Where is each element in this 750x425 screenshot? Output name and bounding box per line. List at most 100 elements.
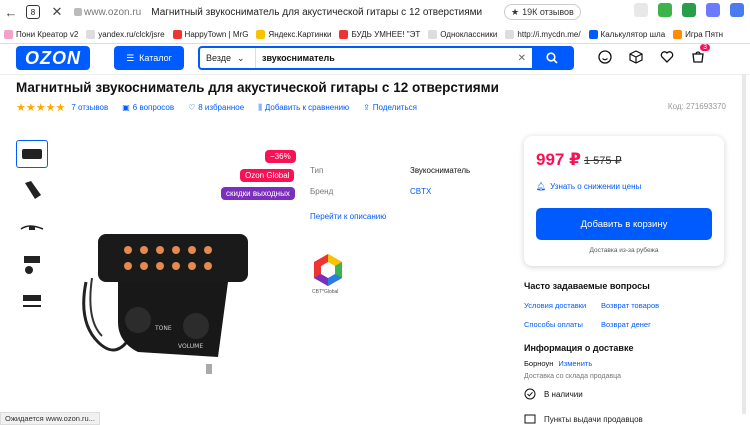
reviews-link[interactable]: 7 отзывов <box>71 103 108 112</box>
bell-icon: 🔔︎ <box>536 182 547 191</box>
download-icon[interactable] <box>658 3 672 17</box>
reviews-pill[interactable]: ★ 19К отзывов <box>504 4 581 20</box>
description-link[interactable]: Перейти к описанию <box>310 212 386 221</box>
status-bar: Ожидается www.ozon.ru... <box>0 412 100 425</box>
bookmark-favicon-icon <box>339 29 349 39</box>
bookmark-label: Яндекс.Картинки <box>268 29 332 39</box>
bookmark-item[interactable]: yandex.ru/clck/jsre <box>86 29 165 39</box>
brand-logo[interactable] <box>310 252 346 288</box>
bookmark-label: Одноклассники <box>440 29 498 39</box>
bookmark-icon[interactable] <box>634 3 648 17</box>
bookmark-item[interactable]: БУДЬ УМНЕЕ! "ЭТ <box>339 29 420 39</box>
check-circle-icon <box>524 388 536 400</box>
translate-icon[interactable] <box>730 3 744 17</box>
bookmark-label: yandex.ru/clck/jsre <box>98 29 165 39</box>
property-value[interactable]: CBTX <box>410 187 431 196</box>
tab-count[interactable]: 8 <box>26 5 40 19</box>
product-meta: ★★★★★ 7 отзывов ▣ 6 вопросов ♡ 8 избранное … <box>16 101 417 114</box>
delivery-note: Доставка из-за рубежа <box>589 247 659 254</box>
close-icon[interactable]: ✕ <box>46 1 68 23</box>
bookmark-item[interactable]: http://i.mycdn.me/ <box>505 29 581 39</box>
thumbnail[interactable] <box>16 251 48 279</box>
smile-icon[interactable] <box>598 50 612 64</box>
bookmark-favicon-icon <box>172 29 182 39</box>
compare-link[interactable]: Добавить к сравнению <box>265 103 349 112</box>
chevron-down-icon: ⌄ <box>237 52 245 63</box>
city-name: Борноун <box>524 359 554 368</box>
thumbnail[interactable] <box>16 140 48 168</box>
cart-icon[interactable]: 3 <box>691 44 710 64</box>
bookmark-label: Игра Пятн <box>685 29 724 39</box>
faq-title: Часто задаваемые вопросы <box>524 281 650 291</box>
property-key: Бренд <box>310 187 334 196</box>
clear-icon[interactable]: ✕ <box>518 53 526 64</box>
scrollbar[interactable] <box>742 74 746 414</box>
price-alert-link[interactable]: 🔔︎ Узнать о снижении цены <box>536 182 641 191</box>
toolbar-icons <box>634 3 744 17</box>
bookmark-favicon-icon <box>256 29 266 39</box>
svg-text:TONE: TONE <box>154 325 172 332</box>
search-bar: Везде ⌄ звукосниматель ✕ <box>198 46 574 70</box>
in-stock-row: В наличии <box>524 388 583 400</box>
header-icons: 3 <box>598 44 710 64</box>
reviews-pill-label: 19К отзывов <box>522 7 574 17</box>
share-icon: ⇪ <box>363 103 370 112</box>
url-text[interactable]: www.ozon.ru <box>84 7 141 18</box>
property-key: Тип <box>310 166 324 175</box>
box-icon[interactable] <box>629 50 643 64</box>
ozon-logo[interactable]: OZON <box>16 46 90 70</box>
bookmark-favicon-icon <box>428 29 438 39</box>
faq-link-returns[interactable]: Возврат товаров <box>601 301 659 310</box>
catalog-label: Каталог <box>139 53 172 63</box>
pickup-row[interactable]: Пункты выдачи продавцов <box>524 414 643 424</box>
faq-link-refunds[interactable]: Возврат денег <box>601 320 651 329</box>
bookmark-item[interactable]: Одноклассники <box>428 29 498 39</box>
bookmark-item[interactable]: Яндекс.Картинки <box>256 29 332 39</box>
bookmark-favicon-icon <box>4 29 13 39</box>
bookmarks-bar: Пони Креатор v2 yandex.ru/clck/jsre HappyT… <box>0 24 750 44</box>
page-title: Магнитный звукосниматель для акустическо… <box>151 6 483 18</box>
bookmark-item[interactable]: HappyTown | MrG <box>172 29 249 39</box>
product-code: Код: 271693370 <box>667 102 726 111</box>
share-link[interactable]: Поделиться <box>373 103 417 112</box>
search-button[interactable] <box>532 48 572 68</box>
bookmark-item[interactable]: Калькулятор шла <box>588 29 665 39</box>
ozon-global-badge: Ozon Global <box>240 169 295 182</box>
delivery-info-title: Информация о доставке <box>524 343 634 353</box>
product-title: Магнитный звукосниматель для акустическо… <box>16 80 499 95</box>
delivery-city: Борноун Изменить <box>524 359 592 368</box>
bookmark-label: http://i.mycdn.me/ <box>517 29 581 39</box>
bookmark-favicon-icon <box>505 29 515 39</box>
thumbnail[interactable] <box>16 177 48 205</box>
search-input[interactable]: звукосниматель <box>256 53 518 63</box>
bookmark-item[interactable]: Игра Пятн <box>673 29 724 39</box>
catalog-button[interactable]: ☰ Каталог <box>114 46 184 70</box>
compare-icon: ⫼ <box>258 102 262 112</box>
pickup-icon <box>524 414 536 424</box>
property-row: Тип Звукосниматель <box>310 166 470 175</box>
favorites-link[interactable]: 8 избранное <box>198 103 244 112</box>
faq-link-delivery[interactable]: Условия доставки <box>524 301 586 310</box>
change-city-link[interactable]: Изменить <box>558 359 592 368</box>
brand-caption: CBT*Global <box>312 289 339 295</box>
lock-icon <box>74 8 82 16</box>
search-category-select[interactable]: Везде ⌄ <box>200 48 256 68</box>
price-alert-label: Узнать о снижении цены <box>550 182 642 191</box>
questions-link[interactable]: 6 вопросов <box>133 103 174 112</box>
extension-icon[interactable] <box>706 3 720 17</box>
divider <box>0 74 750 75</box>
extension-icon[interactable] <box>682 3 696 17</box>
faq-link-payment[interactable]: Способы оплаты <box>524 320 583 329</box>
bookmark-item[interactable]: Пони Креатор v2 <box>4 29 78 39</box>
back-button[interactable]: ← <box>0 1 22 23</box>
thumbnail[interactable] <box>16 214 48 242</box>
buy-box: 997 ₽ 1 575 ₽ 🔔︎ Узнать о снижении цены Д… <box>524 136 724 266</box>
browser-chrome: ← 8 ✕ www.ozon.ru Магнитный звукоснимате… <box>0 0 750 44</box>
add-to-cart-button[interactable]: Добавить в корзину <box>536 208 712 240</box>
property-value: Звукосниматель <box>410 166 471 175</box>
property-row: Бренд CBTX <box>310 187 470 196</box>
bookmark-label: HappyTown | MrG <box>184 29 249 39</box>
heart-icon[interactable] <box>660 50 674 64</box>
thumbnail[interactable] <box>16 288 48 316</box>
product-properties: Тип Звукосниматель Бренд CBTX <box>310 166 470 208</box>
